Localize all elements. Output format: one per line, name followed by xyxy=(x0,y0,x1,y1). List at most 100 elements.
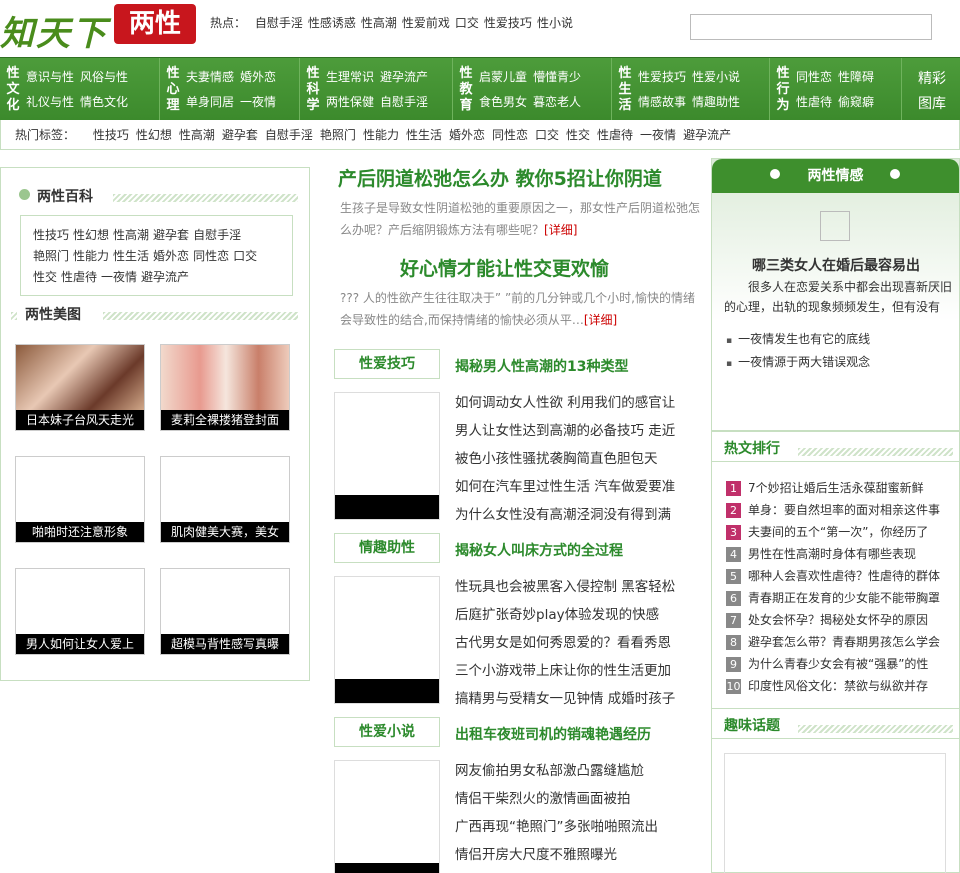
rank-item[interactable]: 8 避孕套怎么带？青春期男孩怎么学会 xyxy=(726,633,954,650)
tag-link[interactable]: 性技巧 xyxy=(93,128,129,142)
nav-link[interactable]: 单身同居 xyxy=(186,95,234,109)
headline-2[interactable]: 好心情才能让性交更欢愉 xyxy=(400,254,609,281)
nav-link[interactable]: 食色男女 xyxy=(479,95,527,109)
nav-link[interactable]: 性虐待 xyxy=(796,95,832,109)
tag-link[interactable]: 自慰手淫 xyxy=(265,128,313,142)
hot-link[interactable]: 口交 xyxy=(455,16,479,30)
section-label[interactable]: 情趣助性 xyxy=(334,533,440,563)
more-link[interactable]: [详细] xyxy=(544,223,577,237)
list-item[interactable]: 性玩具也会被黑客入侵控制 黑客轻松 xyxy=(455,573,683,601)
gallery-item[interactable]: 男人如何让女人爱上 xyxy=(15,568,145,655)
hot-link[interactable]: 性爱前戏 xyxy=(402,16,450,30)
nav-category[interactable]: 性教育 xyxy=(459,66,473,114)
site-logo[interactable]: 知天下 xyxy=(0,6,108,55)
list-item[interactable]: 如何调动女人性欲 利用我们的感官让 xyxy=(455,389,683,417)
gallery-item[interactable]: 日本妹子台风天走光 xyxy=(15,344,145,431)
search-input[interactable] xyxy=(690,14,932,40)
nav-link[interactable]: 生理常识 xyxy=(326,70,374,84)
list-item[interactable]: 网友偷拍男女私部激凸露缝尴尬 xyxy=(455,757,683,785)
nav-link[interactable]: 避孕流产 xyxy=(380,70,428,84)
nav-link[interactable]: 自慰手淫 xyxy=(380,95,428,109)
site-logo-badge[interactable]: 两性 xyxy=(114,4,196,44)
nav-link[interactable]: 性障碍 xyxy=(838,70,874,84)
nav-link[interactable]: 情感故事 xyxy=(638,95,686,109)
hot-link[interactable]: 自慰手淫 xyxy=(255,16,303,30)
encyclopedia-tag[interactable]: 性交 xyxy=(33,270,57,284)
section-thumbnail[interactable] xyxy=(334,576,440,704)
list-item[interactable]: 古代男女是如何秀恩爱的？看看秀恩 xyxy=(455,629,683,657)
tag-link[interactable]: 性能力 xyxy=(363,128,399,142)
nav-link[interactable]: 性爱技巧 xyxy=(638,70,686,84)
encyclopedia-tag[interactable]: 性生活 xyxy=(113,249,149,263)
nav-link[interactable]: 婚外恋 xyxy=(240,70,276,84)
encyclopedia-tag[interactable]: 避孕流产 xyxy=(141,270,189,284)
tag-link[interactable]: 性虐待 xyxy=(597,128,633,142)
hot-link[interactable]: 性爱技巧 xyxy=(484,16,532,30)
gallery-item[interactable]: 啪啪时还注意形象 xyxy=(15,456,145,543)
gallery-item[interactable]: 麦莉全裸搂猪登封面 xyxy=(160,344,290,431)
section-title[interactable]: 揭秘女人叫床方式的全过程 xyxy=(455,540,623,560)
hot-link[interactable]: 性高潮 xyxy=(361,16,397,30)
nav-link[interactable]: 懵懂青少 xyxy=(533,70,581,84)
nav-link[interactable]: 情色文化 xyxy=(80,95,128,109)
list-item[interactable]: 三个小游戏带上床让你的性生活更加 xyxy=(455,657,683,685)
emotion-link[interactable]: 一夜情源于两大错误观念 xyxy=(726,353,870,370)
list-item[interactable]: 广西再现“艳照门”多张啪啪照流出 xyxy=(455,813,683,841)
tag-link[interactable]: 避孕套 xyxy=(222,128,258,142)
more-link[interactable]: [详细] xyxy=(584,313,617,327)
nav-link[interactable]: 精彩 xyxy=(918,71,946,87)
section-thumbnail[interactable] xyxy=(334,392,440,520)
encyclopedia-tag[interactable]: 避孕套 xyxy=(153,228,189,242)
rank-item[interactable]: 2 单身：要自然坦率的面对相亲这件事 xyxy=(726,501,954,518)
rank-item[interactable]: 6 青春期正在发育的少女能不能带胸罩 xyxy=(726,589,954,606)
encyclopedia-tag[interactable]: 性高潮 xyxy=(113,228,149,242)
gallery-item[interactable]: 超模马背性感写真曝 xyxy=(160,568,290,655)
encyclopedia-tag[interactable]: 艳照门 xyxy=(33,249,69,263)
section-thumbnail[interactable] xyxy=(334,760,440,873)
section-label[interactable]: 性爱技巧 xyxy=(334,349,440,379)
headline-1[interactable]: 产后阴道松弛怎么办 教你5招让你阴道 xyxy=(338,164,662,191)
nav-category[interactable]: 性科学 xyxy=(306,66,320,114)
nav-link[interactable]: 风俗与性 xyxy=(80,70,128,84)
tag-link[interactable]: 性交 xyxy=(566,128,590,142)
rank-item[interactable]: 10 印度性风俗文化：禁欲与纵欲并存 xyxy=(726,677,954,694)
tag-link[interactable]: 避孕流产 xyxy=(683,128,731,142)
encyclopedia-tag[interactable]: 性能力 xyxy=(73,249,109,263)
emotion-headline[interactable]: 哪三类女人在婚后最容易出 xyxy=(752,255,920,275)
list-item[interactable]: 被色小孩性骚扰袭胸简直色胆包天 xyxy=(455,445,683,473)
list-item[interactable]: 如何在汽车里过性生活 汽车做爱要准 xyxy=(455,473,683,501)
list-item[interactable]: 男人让女性达到高潮的必备技巧 走近 xyxy=(455,417,683,445)
list-item[interactable]: 后庭扩张奇妙play体验发现的快感 xyxy=(455,601,683,629)
emotion-link[interactable]: 一夜情发生也有它的底线 xyxy=(726,330,870,347)
nav-link[interactable]: 偷窥癖 xyxy=(838,95,874,109)
emotion-image[interactable] xyxy=(820,211,850,241)
encyclopedia-tag[interactable]: 婚外恋 xyxy=(153,249,189,263)
nav-link[interactable]: 性爱小说 xyxy=(692,70,740,84)
section-label[interactable]: 性爱小说 xyxy=(334,717,440,747)
tag-link[interactable]: 性生活 xyxy=(406,128,442,142)
nav-link[interactable]: 意识与性 xyxy=(26,70,74,84)
encyclopedia-tag[interactable]: 性幻想 xyxy=(73,228,109,242)
encyclopedia-tag[interactable]: 一夜情 xyxy=(101,270,137,284)
rank-item[interactable]: 1 7个妙招让婚后生活永葆甜蜜新鲜 xyxy=(726,479,954,496)
list-item[interactable]: 为什么女性没有高潮泾洞没有得到满 xyxy=(455,501,683,529)
list-item[interactable]: 搞精男与受精女一见钟情 成婚时孩子 xyxy=(455,685,683,713)
hot-link[interactable]: 性小说 xyxy=(537,16,573,30)
gallery-item[interactable]: 肌肉健美大赛，美女 xyxy=(160,456,290,543)
rank-item[interactable]: 7 处女会怀孕？揭秘处女怀孕的原因 xyxy=(726,611,954,628)
nav-link[interactable]: 图库 xyxy=(918,96,946,112)
encyclopedia-tag[interactable]: 自慰手淫 xyxy=(193,228,241,242)
rank-item[interactable]: 4 男性在性高潮时身体有哪些表现 xyxy=(726,545,954,562)
nav-category[interactable]: 性心理 xyxy=(166,66,180,114)
nav-link[interactable]: 一夜情 xyxy=(240,95,276,109)
hot-link[interactable]: 性感诱惑 xyxy=(308,16,356,30)
encyclopedia-tag[interactable]: 性虐待 xyxy=(61,270,97,284)
encyclopedia-tag[interactable]: 口交 xyxy=(233,249,257,263)
nav-category[interactable]: 性文化 xyxy=(6,66,20,114)
tag-link[interactable]: 婚外恋 xyxy=(449,128,485,142)
encyclopedia-tag[interactable]: 同性恋 xyxy=(193,249,229,263)
nav-category[interactable]: 性行为 xyxy=(776,66,790,114)
tag-link[interactable]: 艳照门 xyxy=(320,128,356,142)
rank-item[interactable]: 5 哪种人会喜欢性虐待？性虐待的群体 xyxy=(726,567,954,584)
tag-link[interactable]: 性高潮 xyxy=(179,128,215,142)
